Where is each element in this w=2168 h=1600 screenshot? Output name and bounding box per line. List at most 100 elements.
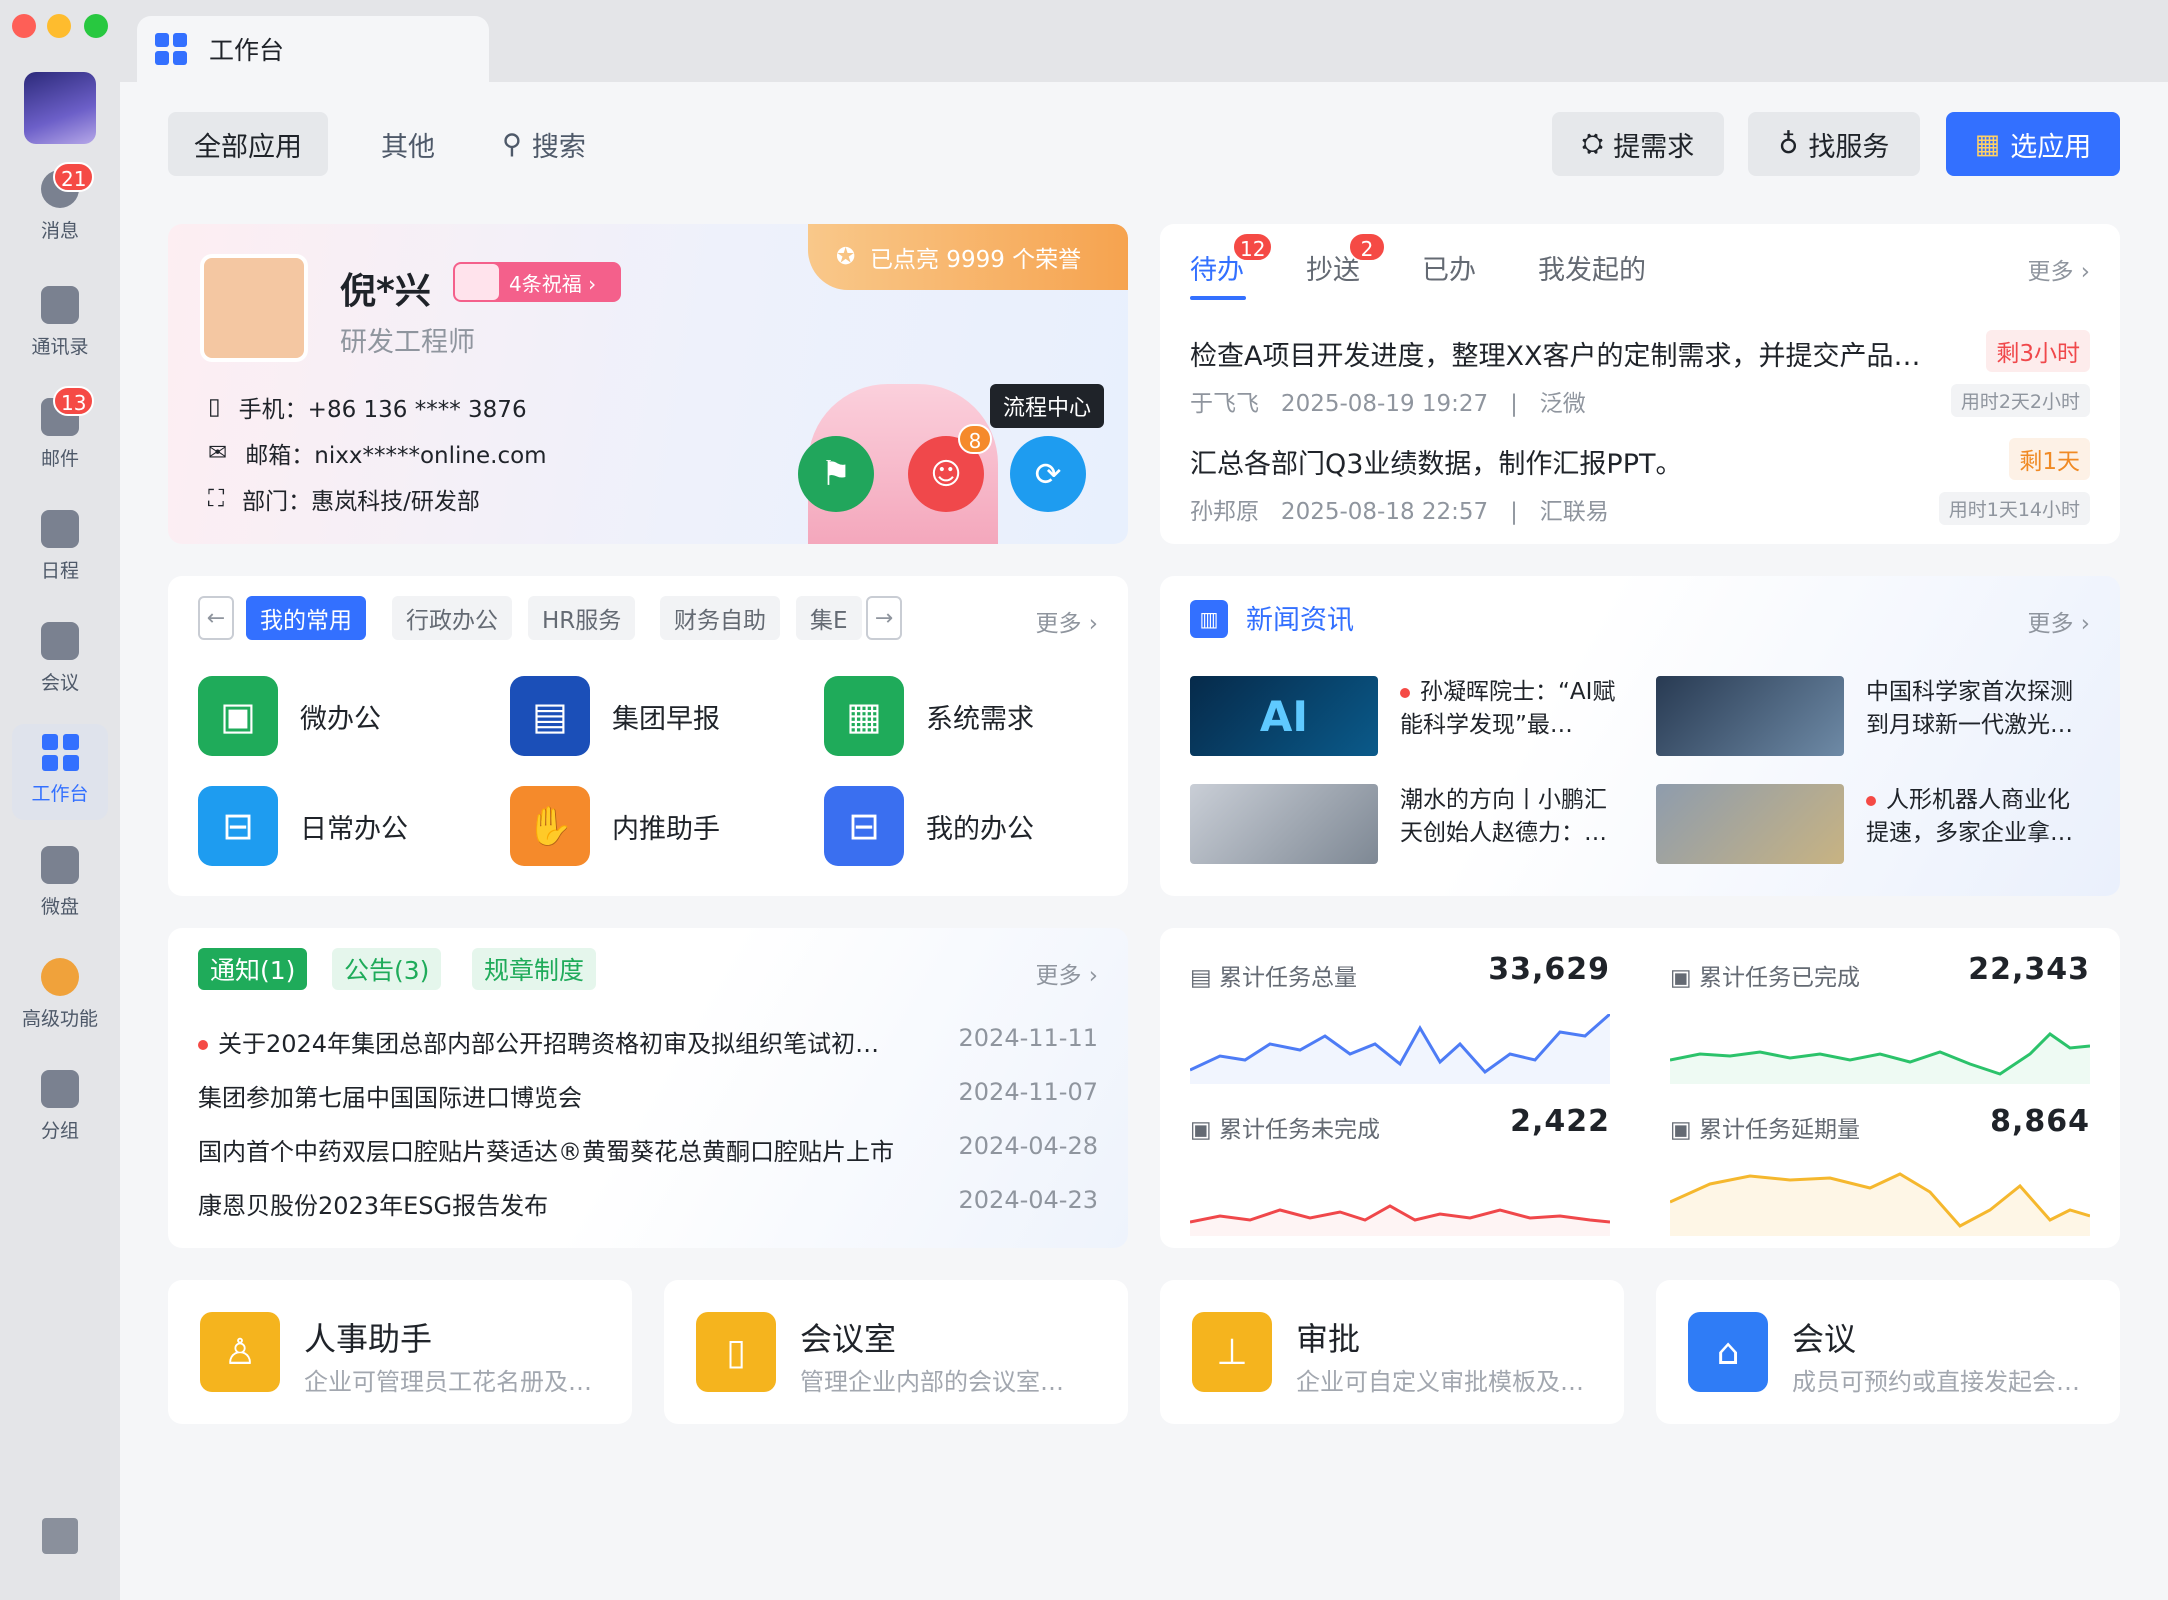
flag-button[interactable]: ⚑ [798, 436, 874, 512]
nav-group[interactable]: 分组 [0, 1070, 120, 1143]
nav-contacts[interactable]: 通讯录 [0, 286, 120, 359]
apps-tab-finance[interactable]: 财务自助 [660, 596, 780, 640]
stat-label: 累计任务总量 [1219, 965, 1358, 991]
news-item[interactable]: 潮水的方向丨小鹏汇天创始人赵德力：… [1400, 784, 1620, 850]
nav-mail[interactable]: 13 邮件 [0, 386, 120, 471]
app-referral[interactable]: ✋ 内推助手 [510, 786, 720, 866]
nav-label: 工作台 [31, 783, 89, 805]
app-system-demand[interactable]: ▦ 系统需求 [824, 676, 1034, 756]
notice-row[interactable]: 关于2024年集团总部内部公开招聘资格初审及拟组织笔试初… 2024-11-11 [198, 1024, 1098, 1059]
org-logo-avatar[interactable] [24, 72, 96, 144]
profile-card: ✪ 已点亮 9999 个荣誉 倪*兴 4条祝福 › 研发工程师 ▯ 手机：+86 1… [168, 224, 1128, 544]
task-title[interactable]: 汇总各部门Q3业绩数据，制作汇报PPT。 [1190, 442, 1683, 481]
notice-row[interactable]: 国内首个中药双层口腔贴片葵适达®黄蜀葵花总黄酮口腔贴片上市 2024-04-28 [198, 1132, 1098, 1167]
notice-title: 国内首个中药双层口腔贴片葵适达®黄蜀葵花总黄酮口腔贴片上市 [198, 1138, 894, 1166]
nav-label: 邮件 [40, 448, 79, 470]
email-text: 邮箱：nixx*****online.com [245, 443, 547, 469]
blessing-tag[interactable]: 4条祝福 › [453, 262, 621, 302]
honor-banner[interactable]: ✪ 已点亮 9999 个荣誉 [808, 224, 1128, 290]
apps-tab-hr[interactable]: HR服务 [528, 596, 636, 640]
nav-advanced[interactable]: 高级功能 [0, 958, 120, 1031]
stamp-icon: ⊥ [1192, 1312, 1272, 1392]
apps-tab-admin[interactable]: 行政办公 [392, 596, 512, 640]
stat-completed[interactable]: ▣ 累计任务已完成 22,343 [1670, 952, 2090, 1084]
nav-label: 分组 [40, 1120, 79, 1142]
scroll-right-button[interactable]: → [866, 596, 902, 640]
notice-tab-rules[interactable]: 规章制度 [472, 948, 597, 990]
apps-tab-group[interactable]: 集E [796, 596, 862, 640]
notice-row[interactable]: 集团参加第七届中国国际进口博览会 2024-11-07 [198, 1078, 1098, 1113]
news-item[interactable]: 孙凝晖院士：“AI赋能科学发现”最… [1400, 676, 1620, 742]
notice-date: 2024-11-11 [958, 1024, 1098, 1052]
sparkline-completed [1670, 1032, 2090, 1084]
user-avatar[interactable] [200, 254, 308, 362]
approval-button[interactable]: ☺ 8 [908, 424, 992, 512]
stat-uncompleted[interactable]: ▣ 累计任务未完成 2,422 [1190, 1104, 1610, 1236]
tasks-more-link[interactable]: 更多 › [2027, 252, 2090, 286]
apps-tab-frequent[interactable]: 我的常用 [246, 596, 366, 640]
news-title: 新闻资讯 [1246, 605, 1354, 636]
app-my-office[interactable]: ⊟ 我的办公 [824, 786, 1034, 866]
app-group-news[interactable]: ▤ 集团早报 [510, 676, 720, 756]
notice-tab-notify[interactable]: 通知(1) [198, 948, 308, 990]
vip-icon [41, 958, 79, 996]
app-label: 微办公 [300, 703, 381, 735]
nav-label: 微盘 [40, 896, 79, 918]
search-button[interactable]: ⚲ 搜索 [488, 112, 600, 176]
tool-approval[interactable]: ⊥ 审批 企业可自定义审批模板及… [1160, 1280, 1624, 1424]
maximize-window-button[interactable] [84, 14, 108, 38]
minimize-window-button[interactable] [47, 14, 71, 38]
sparkline-total [1190, 1014, 1610, 1084]
news-image-robot[interactable] [1656, 784, 1844, 864]
close-window-button[interactable] [12, 14, 36, 38]
nav-meeting[interactable]: 会议 [0, 622, 120, 695]
tiles-icon: ▦ [824, 676, 904, 756]
news-more-link[interactable]: 更多 › [2027, 604, 2090, 638]
news-image-ai[interactable]: AI [1190, 676, 1378, 756]
submit-demand-button[interactable]: ⛭ 提需求 [1552, 112, 1724, 176]
tool-hr-assistant[interactable]: ♙ 人事助手 企业可管理员工花名册及… [168, 1280, 632, 1424]
find-service-button[interactable]: ♁ 找服务 [1748, 112, 1920, 176]
tab-initiated[interactable]: 我发起的 [1538, 248, 1646, 287]
news-image-lab[interactable] [1656, 676, 1844, 756]
tool-meeting-room[interactable]: ▯ 会议室 管理企业内部的会议室… [664, 1280, 1128, 1424]
delay-doc-icon: ▣ [1670, 1117, 1700, 1143]
email-row: ✉ 邮箱：nixx*****online.com [208, 436, 547, 470]
app-daily-office[interactable]: ⊟ 日常办公 [198, 786, 408, 866]
unread-dot [198, 1040, 208, 1050]
stat-delayed[interactable]: ▣ 累计任务延期量 8,864 [1670, 1104, 2090, 1236]
apps-more-link[interactable]: 更多 › [1035, 604, 1098, 638]
nav-messages[interactable]: 21 消息 [0, 162, 120, 243]
doc-icon: ▤ [1190, 965, 1220, 991]
nav-workbench[interactable]: 工作台 [0, 734, 120, 806]
phone-text: 手机：+86 136 **** 3876 [238, 397, 527, 423]
todo-badge: 12 [1232, 232, 1274, 262]
task-title[interactable]: 检查A项目开发进度，整理XX客户的定制需求，并提交产品… [1190, 334, 1920, 373]
select-app-button[interactable]: ▦ 选应用 [1946, 112, 2120, 176]
app-micro-office[interactable]: ▣ 微办公 [198, 676, 381, 756]
cube-icon [41, 846, 79, 884]
notice-tab-announce[interactable]: 公告(3) [332, 948, 442, 990]
tab-workbench[interactable]: 工作台 [137, 16, 489, 82]
scroll-left-button[interactable]: ← [198, 596, 234, 640]
nav-label: 消息 [40, 220, 79, 242]
tab-other[interactable]: 其他 [360, 112, 456, 176]
nav-label: 通讯录 [31, 336, 89, 358]
phone-icon: ▯ [208, 394, 221, 420]
tab-all-apps[interactable]: 全部应用 [168, 112, 328, 176]
nav-calendar[interactable]: 日程 [0, 510, 120, 583]
news-item-title: 人形机器人商业化提速，多家企业拿… [1866, 787, 2073, 846]
news-item[interactable]: 中国科学家首次探测到月球新一代激光… [1866, 676, 2086, 742]
task-meta: 孙邦原 2025-08-18 22:57 | 汇联易 [1190, 499, 1609, 525]
flow-center-button[interactable]: ⟳ [1010, 436, 1086, 512]
news-image-interview[interactable] [1190, 784, 1378, 864]
notice-row[interactable]: 康恩贝股份2023年ESG报告发布 2024-04-23 [198, 1186, 1098, 1221]
tab-done[interactable]: 已办 [1422, 248, 1476, 287]
colorful-grid-icon: ▦ [1974, 128, 2001, 160]
stat-total[interactable]: ▤ 累计任务总量 33,629 [1190, 952, 1610, 1084]
tool-meeting[interactable]: ⌂ 会议 成员可预约或直接发起会… [1656, 1280, 2120, 1424]
building-icon[interactable] [42, 1518, 78, 1554]
news-item[interactable]: 人形机器人商业化提速，多家企业拿… [1866, 784, 2086, 850]
notice-more-link[interactable]: 更多 › [1035, 956, 1098, 990]
nav-drive[interactable]: 微盘 [0, 846, 120, 919]
